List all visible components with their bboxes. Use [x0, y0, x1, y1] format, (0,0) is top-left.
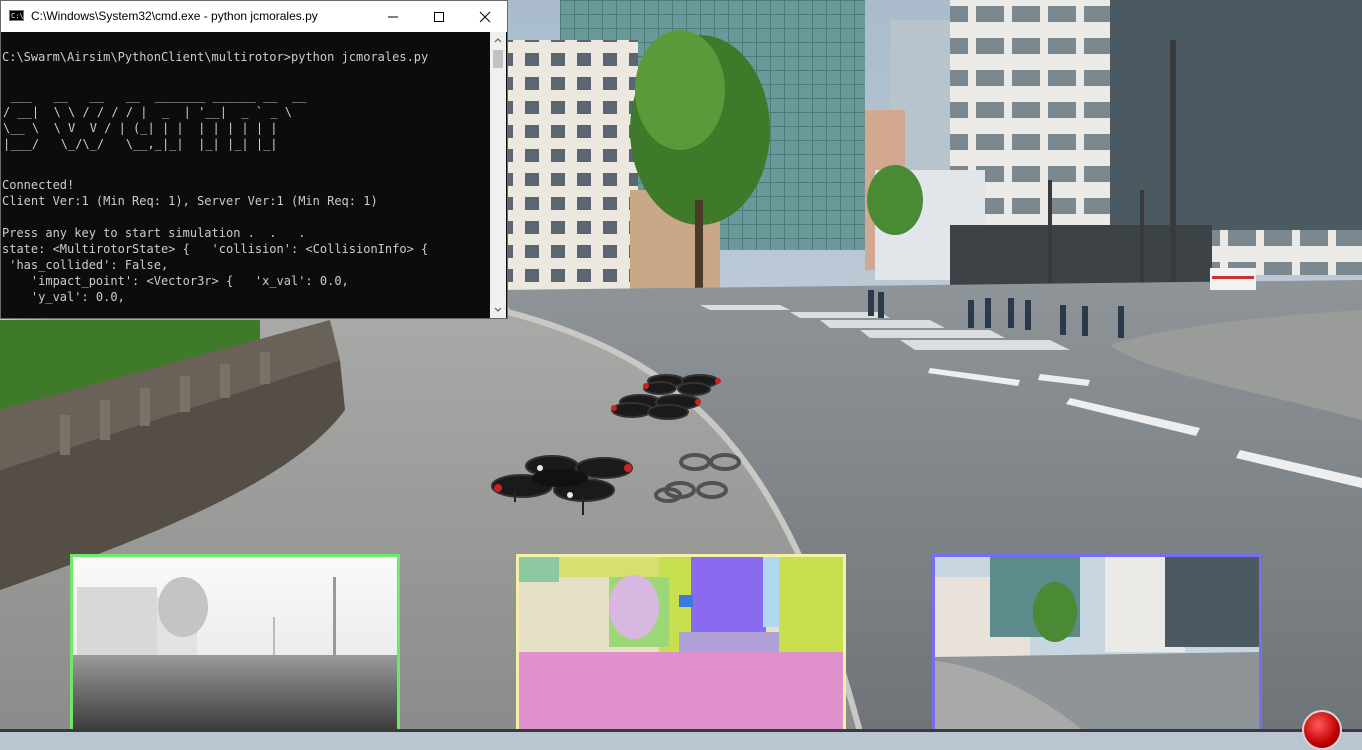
close-button[interactable] — [462, 1, 508, 32]
maximize-icon — [434, 11, 444, 22]
version-line: Client Ver:1 (Min Req: 1), Server Ver:1 … — [2, 194, 378, 208]
scroll-up-arrow-icon — [494, 38, 502, 43]
console-output[interactable]: C:\Swarm\Airsim\PythonClient\multirotor>… — [1, 32, 491, 318]
connected-line: Connected! — [2, 178, 75, 192]
command-prompt-line: C:\Swarm\Airsim\PythonClient\multirotor>… — [2, 50, 429, 64]
segmentation-subwindow — [516, 554, 846, 732]
scroll-down-button[interactable] — [490, 302, 506, 318]
banner-line: ___ __ __ __ _______ ______ __ __ — [3, 89, 314, 103]
depth-view-image — [73, 557, 397, 732]
scroll-down-arrow-icon — [494, 307, 502, 312]
close-icon — [479, 11, 491, 22]
press-key-line: Press any key to start simulation . . . — [2, 226, 306, 240]
minimize-icon — [388, 16, 398, 17]
console-titlebar[interactable]: C:\ C:\Windows\System32\cmd.exe - python… — [1, 1, 507, 32]
maximize-button[interactable] — [416, 1, 462, 32]
y-val-line: 'y_val': 0.0, — [2, 290, 125, 304]
drone-far — [643, 374, 721, 396]
depth-subwindow — [70, 554, 400, 732]
state-line: state: <MultirotorState> { 'collision': … — [2, 242, 429, 256]
scene-subwindow — [932, 554, 1262, 732]
banner-line: \__ \ \ V V / | (_| | | | | | | | | — [3, 121, 278, 135]
scroll-thumb[interactable] — [493, 50, 503, 68]
impact-point-line: 'impact_point': <Vector3r> { 'x_val': 0.… — [2, 274, 349, 288]
has-collided-line: 'has_collided': False, — [2, 258, 169, 272]
banner-line: |___/ \_/\_/ \__,_|_| |_| |_| |_| — [3, 137, 278, 151]
console-scrollbar[interactable] — [490, 32, 506, 318]
minimize-button[interactable] — [370, 1, 416, 32]
swarm-ascii-banner: ___ __ __ __ _______ ______ __ __ / __| … — [3, 88, 314, 152]
console-window[interactable]: C:\ C:\Windows\System32\cmd.exe - python… — [0, 0, 508, 319]
scroll-up-button[interactable] — [490, 32, 506, 48]
window-title: C:\Windows\System32\cmd.exe - python jcm… — [31, 9, 318, 23]
banner-line: / __| \ \ / / / / | _ | '__| _ ` _ \ — [3, 105, 292, 119]
segmentation-view-image — [519, 557, 843, 732]
cmd-app-icon: C:\ — [9, 10, 24, 21]
record-button[interactable] — [1302, 710, 1342, 750]
scene-view-image — [935, 557, 1259, 732]
